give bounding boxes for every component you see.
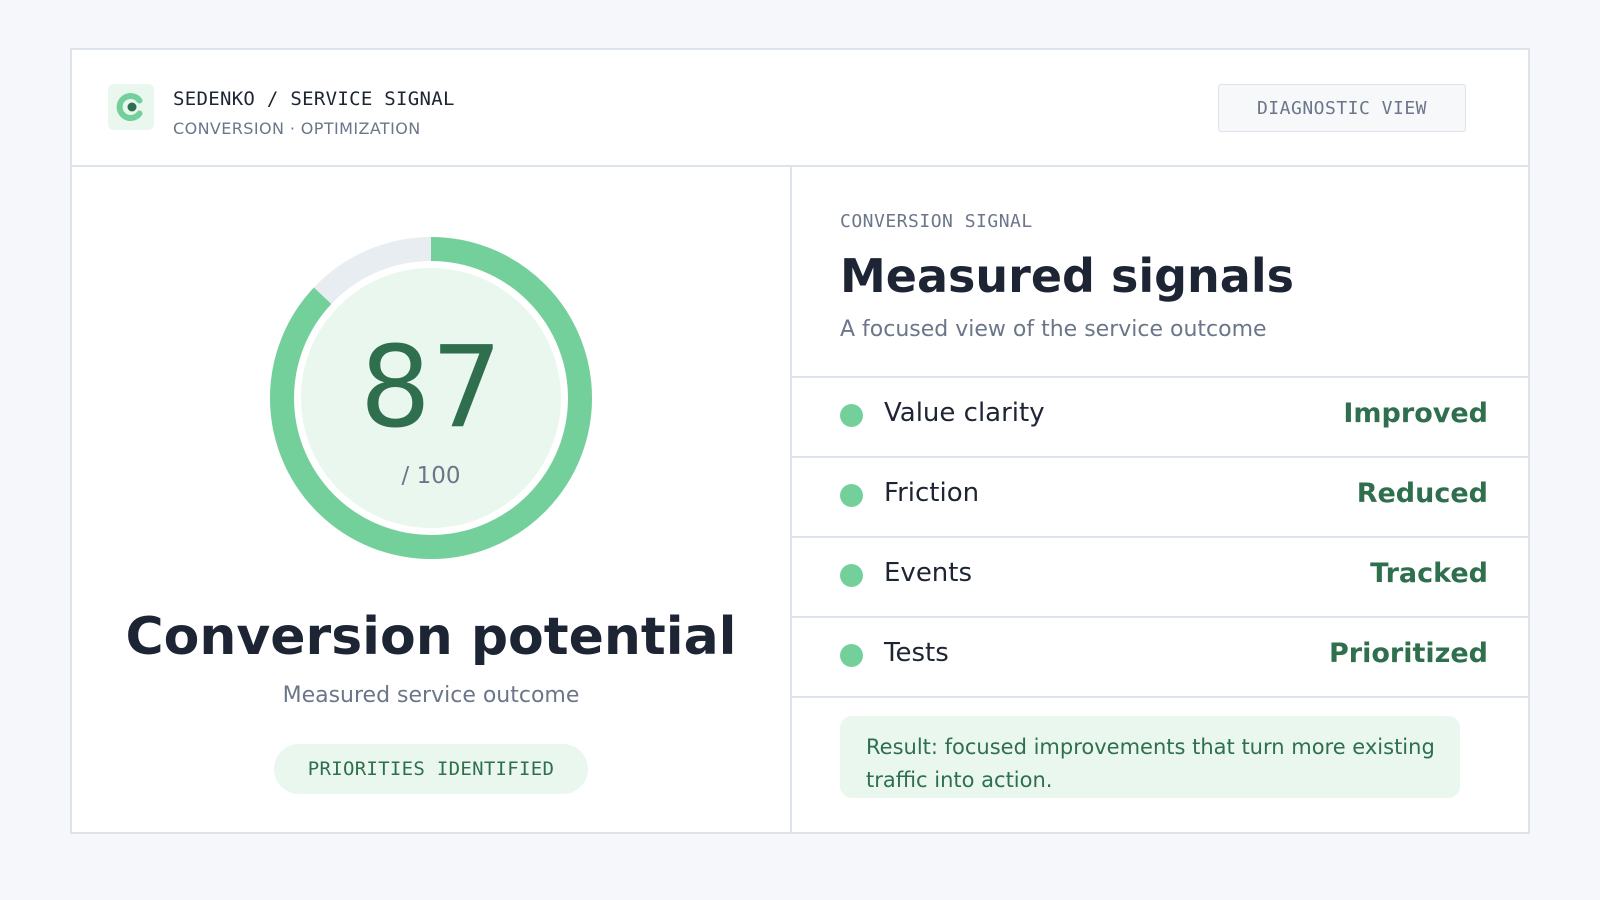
brand-subtitle: CONVERSION · OPTIMIZATION — [173, 119, 421, 138]
status-dot-icon — [840, 404, 863, 427]
signal-status: Reduced — [1356, 478, 1488, 509]
signal-row-tests: Tests Prioritized — [792, 616, 1528, 698]
score-max: / 100 — [401, 463, 461, 489]
score-panel: 87 / 100 Conversion potential Measured s… — [72, 167, 792, 832]
c-logo-icon — [108, 84, 154, 130]
result-note: Result: focused improvements that turn m… — [840, 716, 1460, 798]
signal-label: Events — [884, 558, 973, 588]
signal-row-value-clarity: Value clarity Improved — [792, 376, 1528, 456]
signal-status: Prioritized — [1329, 638, 1488, 669]
signal-label: Friction — [884, 478, 980, 508]
diagnostic-view-button[interactable]: DIAGNOSTIC VIEW — [1218, 84, 1466, 132]
signal-row-events: Events Tracked — [792, 536, 1528, 616]
signals-eyebrow: CONVERSION SIGNAL — [840, 211, 1033, 232]
signals-panel: CONVERSION SIGNAL Measured signals A foc… — [792, 167, 1528, 832]
priorities-badge: PRIORITIES IDENTIFIED — [274, 744, 588, 794]
status-dot-icon — [840, 644, 863, 667]
service-signal-card: SEDENKO / SERVICE SIGNAL CONVERSION · OP… — [70, 48, 1530, 834]
signal-label: Value clarity — [884, 398, 1045, 428]
signals-list: Value clarity Improved Friction Reduced … — [792, 376, 1528, 698]
signals-title: Measured signals — [840, 249, 1294, 303]
signal-status: Improved — [1343, 398, 1488, 429]
brand-title: SEDENKO / SERVICE SIGNAL — [173, 88, 455, 110]
status-dot-icon — [840, 564, 863, 587]
signal-row-friction: Friction Reduced — [792, 456, 1528, 536]
potential-subtitle: Measured service outcome — [282, 683, 580, 708]
score-value: 87 — [359, 323, 503, 453]
card-header: SEDENKO / SERVICE SIGNAL CONVERSION · OP… — [72, 50, 1528, 167]
potential-title: Conversion potential — [125, 607, 737, 667]
signal-label: Tests — [884, 638, 949, 668]
signals-subtitle: A focused view of the service outcome — [840, 317, 1267, 342]
status-dot-icon — [840, 484, 863, 507]
signal-status: Tracked — [1370, 558, 1488, 589]
